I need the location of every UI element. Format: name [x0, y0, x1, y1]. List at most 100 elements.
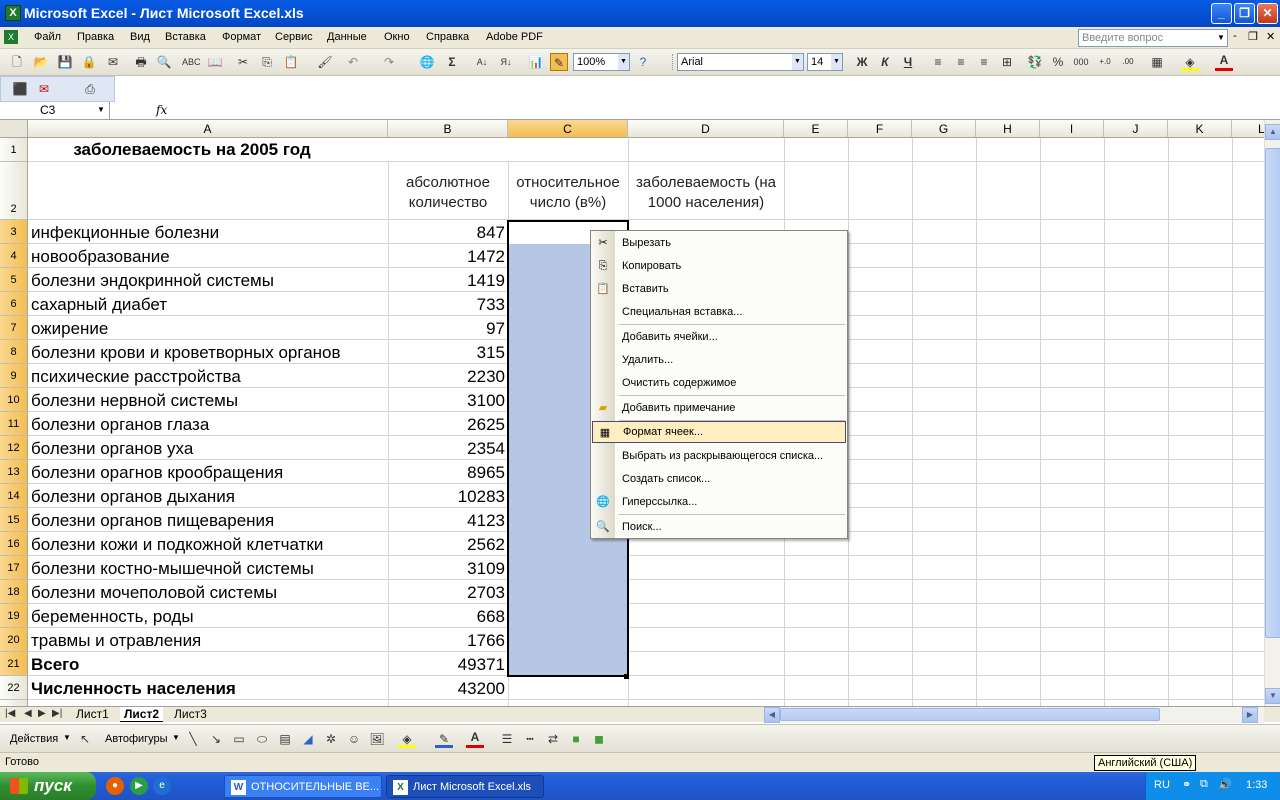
oval-icon[interactable]: ⬭ — [253, 730, 271, 748]
cell-name[interactable]: болезни эндокринной системы — [31, 271, 274, 291]
menu-item-format-cells[interactable]: ▦ Формат ячеек... — [592, 421, 846, 443]
drawing-icon[interactable]: ✎ — [550, 53, 568, 71]
cell-value[interactable]: 4123 — [388, 511, 505, 531]
menu-item-cut[interactable]: ✂ Вырезать — [591, 232, 847, 254]
toolbar-grip[interactable] — [672, 54, 675, 70]
cell-value[interactable]: 847 — [388, 223, 505, 243]
row-header[interactable]: 4 — [0, 244, 28, 268]
header-relative[interactable]: относительное число (в%) — [508, 173, 628, 213]
network-icon[interactable]: ⧉ — [1200, 778, 1208, 791]
column-header-k[interactable]: K — [1168, 120, 1232, 138]
3d-style-icon[interactable]: ◼ — [590, 730, 608, 748]
cell-name[interactable]: болезни орагнов крообращения — [31, 463, 283, 483]
menu-help[interactable]: Справка — [426, 31, 469, 43]
volume-icon[interactable]: 🔊 — [1218, 778, 1232, 791]
first-sheet-button[interactable]: |◀ — [5, 708, 15, 719]
column-header-c[interactable]: C — [508, 120, 628, 138]
title-cell[interactable]: заболеваемость на 2005 год — [28, 140, 784, 160]
cell-value[interactable]: 1419 — [388, 271, 505, 291]
paste-icon[interactable]: 📋 — [282, 53, 300, 71]
row-header[interactable]: 9 — [0, 364, 28, 388]
pdf-email-icon[interactable]: ✉ — [35, 80, 53, 98]
align-center-icon[interactable]: ≡ — [952, 53, 970, 71]
cell-name[interactable]: сахарный диабет — [31, 295, 167, 315]
cell-value[interactable]: 315 — [388, 343, 505, 363]
row-header[interactable]: 3 — [0, 220, 28, 244]
row-header[interactable]: 15 — [0, 508, 28, 532]
row-header[interactable]: 10 — [0, 388, 28, 412]
actions-menu[interactable]: Действия — [10, 733, 58, 745]
font-color-icon[interactable]: A — [466, 730, 484, 748]
copy-icon[interactable]: ⎘ — [258, 53, 276, 71]
task-word-document[interactable]: W ОТНОСИТЕЛЬНЫЕ ВЕ... — [224, 775, 382, 798]
column-header-b[interactable]: B — [388, 120, 508, 138]
cell-name[interactable]: болезни костно-мышечной системы — [31, 559, 314, 579]
cell-value[interactable]: 733 — [388, 295, 505, 315]
row-header[interactable]: 6 — [0, 292, 28, 316]
currency-icon[interactable]: 💱 — [1026, 53, 1044, 71]
menu-format[interactable]: Формат — [222, 31, 261, 43]
doc-minimize-button[interactable]: - — [1233, 30, 1237, 42]
row-header[interactable]: 16 — [0, 532, 28, 556]
prev-sheet-button[interactable]: ◀ — [24, 708, 32, 719]
menu-item-copy[interactable]: ⎘ Копировать — [591, 255, 847, 277]
cell-name[interactable]: инфекционные болезни — [31, 223, 219, 243]
percent-icon[interactable]: % — [1049, 53, 1067, 71]
menu-item-create-list[interactable]: Создать список... — [591, 468, 847, 490]
format-painter-icon[interactable]: 🖌 — [316, 53, 334, 71]
font-color-icon[interactable]: A — [1215, 53, 1233, 71]
chevron-down-icon[interactable]: ▼ — [1215, 30, 1227, 46]
new-icon[interactable]: 🗋 — [8, 53, 26, 71]
firefox-icon[interactable]: ● — [106, 777, 124, 795]
cell-name[interactable]: беременность, роды — [31, 607, 194, 627]
clock[interactable]: 1:33 — [1246, 779, 1267, 791]
sort-ascending-icon[interactable]: A↓ — [473, 53, 491, 71]
next-sheet-button[interactable]: ▶ — [38, 708, 46, 719]
chevron-down-icon[interactable]: ▼ — [97, 105, 105, 114]
align-right-icon[interactable]: ≡ — [975, 53, 993, 71]
doc-restore-button[interactable]: ❐ — [1248, 30, 1258, 43]
arrow-icon[interactable]: ↘ — [207, 730, 225, 748]
row-header[interactable]: 22 — [0, 676, 28, 700]
hyperlink-icon[interactable]: 🌐 — [418, 53, 436, 71]
row-header[interactable]: 11 — [0, 412, 28, 436]
line-color-icon[interactable]: ✎ — [435, 730, 453, 748]
shadow-icon[interactable]: ■ — [567, 730, 585, 748]
arrow-style-icon[interactable]: ⇄ — [544, 730, 562, 748]
menu-window[interactable]: Окно — [384, 31, 410, 43]
scroll-right-button[interactable]: ▶ — [1242, 707, 1258, 723]
column-header-f[interactable]: F — [848, 120, 912, 138]
chevron-down-icon[interactable]: ▼ — [792, 54, 803, 70]
cell-name[interactable]: болезни нервной системы — [31, 391, 238, 411]
row-header[interactable]: 14 — [0, 484, 28, 508]
spelling-icon[interactable]: ABC — [182, 53, 201, 71]
increase-decimal-icon[interactable]: +.0 — [1096, 53, 1114, 71]
undo-icon[interactable]: ↶ — [344, 53, 362, 71]
cell-total-value[interactable]: 49371 — [388, 655, 505, 675]
wordart-icon[interactable]: ◢ — [299, 730, 317, 748]
menu-adobe-pdf[interactable]: Adobe PDF — [486, 31, 543, 43]
horizontal-scroll-thumb[interactable] — [780, 708, 1160, 721]
menu-edit[interactable]: Правка — [77, 31, 114, 43]
horizontal-scrollbar[interactable]: ◀ ▶ — [764, 707, 1264, 723]
help-icon[interactable]: ? — [634, 53, 652, 71]
cell-name[interactable]: болезни крови и кроветворных органов — [31, 343, 341, 363]
research-icon[interactable]: 📖 — [206, 53, 224, 71]
cell-value[interactable]: 97 — [388, 319, 505, 339]
column-header-e[interactable]: E — [784, 120, 848, 138]
cell-name[interactable]: болезни мочеполовой системы — [31, 583, 277, 603]
menu-file[interactable]: Файл — [34, 31, 61, 43]
row-header[interactable]: 17 — [0, 556, 28, 580]
row-header[interactable]: 13 — [0, 460, 28, 484]
row-header[interactable]: 1 — [0, 138, 28, 162]
cell-name[interactable]: новообразование — [31, 247, 170, 267]
sort-descending-icon[interactable]: Я↓ — [497, 53, 515, 71]
minimize-button[interactable]: _ — [1211, 3, 1232, 24]
cell-total-label[interactable]: Всего — [31, 655, 79, 675]
doc-close-button[interactable]: ✕ — [1266, 30, 1275, 43]
restore-button[interactable]: ❐ — [1234, 3, 1255, 24]
start-button[interactable]: пуск — [0, 772, 96, 800]
autosum-icon[interactable]: Σ — [443, 53, 461, 71]
cut-icon[interactable]: ✂ — [234, 53, 252, 71]
cell-name[interactable]: болезни органов дыхания — [31, 487, 235, 507]
